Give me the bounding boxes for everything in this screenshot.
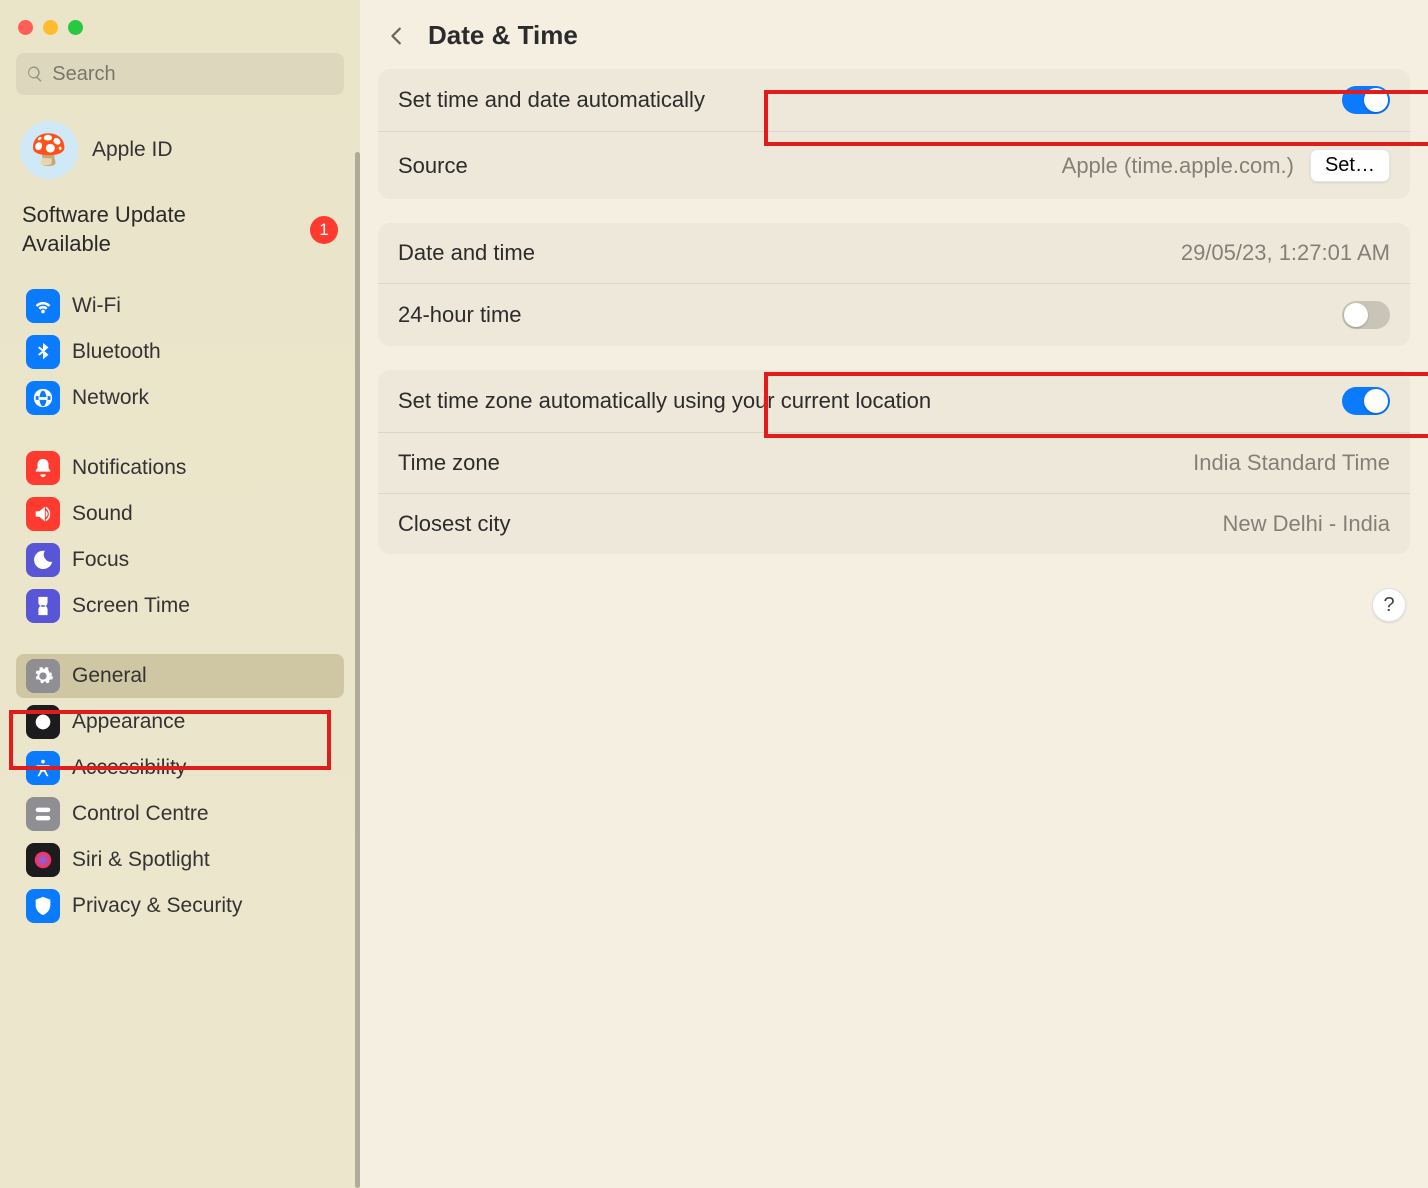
notifications-icon (26, 451, 60, 485)
row-auto-time: Set time and date automatically (378, 69, 1410, 131)
sidebar-item-label: Siri & Spotlight (72, 848, 210, 872)
source-label: Source (398, 153, 468, 179)
sidebar-item-privacy[interactable]: Privacy & Security (16, 884, 344, 928)
panel-date-time: Date and time 29/05/23, 1:27:01 AM 24-ho… (378, 223, 1410, 346)
software-update-row[interactable]: Software Update Available 1 (10, 197, 350, 276)
search-field[interactable] (16, 53, 344, 95)
zone-label: Time zone (398, 450, 500, 476)
siri-icon (26, 843, 60, 877)
bluetooth-icon (26, 335, 60, 369)
sound-icon (26, 497, 60, 531)
apple-id-row[interactable]: 🍄 Apple ID (10, 115, 350, 197)
sidebar-item-screen-time[interactable]: Screen Time (16, 584, 344, 628)
auto-time-label: Set time and date automatically (398, 87, 705, 113)
sidebar-item-label: Sound (72, 502, 133, 526)
accessibility-icon (26, 751, 60, 785)
date-time-value: 29/05/23, 1:27:01 AM (1181, 240, 1390, 266)
sidebar-item-accessibility[interactable]: Accessibility (16, 746, 344, 790)
control-centre-icon (26, 797, 60, 831)
sidebar-item-bluetooth[interactable]: Bluetooth (16, 330, 344, 374)
privacy-icon (26, 889, 60, 923)
avatar-emoji: 🍄 (30, 133, 67, 168)
focus-icon (26, 543, 60, 577)
row-24h: 24-hour time (378, 283, 1410, 346)
sidebar-item-siri[interactable]: Siri & Spotlight (16, 838, 344, 882)
set-source-button[interactable]: Set… (1310, 149, 1390, 182)
appearance-icon (26, 705, 60, 739)
sidebar-item-label: Control Centre (72, 802, 209, 826)
apple-id-label: Apple ID (92, 138, 173, 162)
sidebar-item-label: Screen Time (72, 594, 190, 618)
source-value: Apple (time.apple.com.) (1062, 153, 1294, 179)
help-button-wrap: ? (1372, 588, 1406, 622)
auto-zone-toggle[interactable] (1342, 387, 1390, 415)
wifi-icon (26, 289, 60, 323)
h24-toggle[interactable] (1342, 301, 1390, 329)
fullscreen-window-button[interactable] (68, 20, 83, 35)
h24-label: 24-hour time (398, 302, 522, 328)
row-auto-zone: Set time zone automatically using your c… (378, 370, 1410, 432)
sidebar-item-network[interactable]: Network (16, 376, 344, 420)
row-source: Source Apple (time.apple.com.) Set… (378, 131, 1410, 199)
chevron-left-icon (386, 25, 408, 47)
sidebar-item-label: Privacy & Security (72, 894, 242, 918)
sidebar-item-control-centre[interactable]: Control Centre (16, 792, 344, 836)
header: Date & Time (378, 20, 1410, 69)
minimize-window-button[interactable] (43, 20, 58, 35)
panel-timezone: Set time zone automatically using your c… (378, 370, 1410, 554)
row-date-time: Date and time 29/05/23, 1:27:01 AM (378, 223, 1410, 283)
window-controls (10, 18, 350, 53)
sidebar-item-notifications[interactable]: Notifications (16, 446, 344, 490)
panel-time-source: Set time and date automatically Source A… (378, 69, 1410, 199)
main-pane: Date & Time Set time and date automatica… (360, 0, 1428, 1188)
close-window-button[interactable] (18, 20, 33, 35)
city-value: New Delhi - India (1222, 511, 1390, 537)
sidebar-item-label: Focus (72, 548, 129, 572)
sidebar-item-label: Appearance (72, 710, 185, 734)
help-button[interactable]: ? (1372, 588, 1406, 622)
row-city: Closest city New Delhi - India (378, 493, 1410, 554)
screen-time-icon (26, 589, 60, 623)
sidebar-item-label: Accessibility (72, 756, 186, 780)
sidebar-item-general[interactable]: General (16, 654, 344, 698)
sidebar-item-label: Notifications (72, 456, 186, 480)
update-badge: 1 (310, 216, 338, 244)
city-label: Closest city (398, 511, 510, 537)
search-icon (26, 64, 44, 84)
sidebar-nav: Wi-Fi Bluetooth Network Notifications Sound F… (10, 282, 350, 930)
row-zone: Time zone India Standard Time (378, 432, 1410, 493)
sidebar-item-appearance[interactable]: Appearance (16, 700, 344, 744)
sidebar-item-label: Network (72, 386, 149, 410)
search-input[interactable] (52, 63, 334, 86)
zone-value: India Standard Time (1193, 450, 1390, 476)
page-title: Date & Time (428, 20, 578, 51)
sidebar-item-wifi[interactable]: Wi-Fi (16, 284, 344, 328)
sidebar-item-focus[interactable]: Focus (16, 538, 344, 582)
sidebar: 🍄 Apple ID Software Update Available 1 W… (0, 0, 360, 1188)
avatar: 🍄 (20, 121, 78, 179)
sidebar-item-label: General (72, 664, 147, 688)
auto-time-toggle[interactable] (1342, 86, 1390, 114)
back-button[interactable] (382, 21, 412, 51)
sidebar-item-sound[interactable]: Sound (16, 492, 344, 536)
general-icon (26, 659, 60, 693)
auto-zone-label: Set time zone automatically using your c… (398, 388, 931, 414)
software-update-text: Software Update Available (22, 201, 242, 258)
network-icon (26, 381, 60, 415)
date-time-label: Date and time (398, 240, 535, 266)
sidebar-item-label: Bluetooth (72, 340, 161, 364)
sidebar-item-label: Wi-Fi (72, 294, 121, 318)
